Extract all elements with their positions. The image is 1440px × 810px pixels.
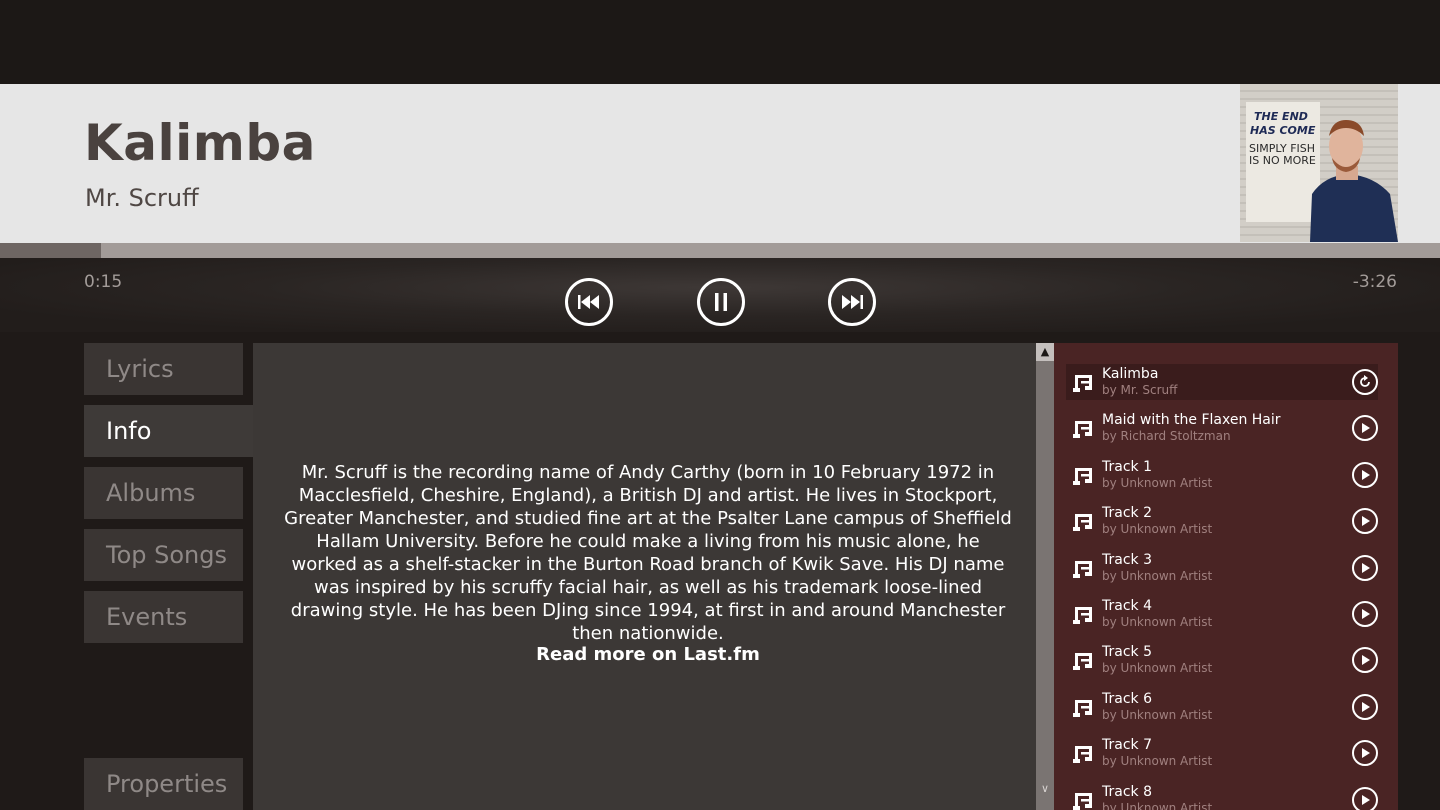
remaining-time: -3:26 bbox=[1352, 272, 1397, 292]
playlist-track[interactable]: Track 6 by Unknown Artist bbox=[1066, 689, 1378, 725]
playlist-track[interactable]: Track 1 by Unknown Artist bbox=[1066, 457, 1378, 493]
properties-button[interactable]: Properties bbox=[84, 758, 243, 810]
play-icon bbox=[1362, 655, 1370, 666]
info-scrollbar[interactable]: ▲ ∨ bbox=[1036, 343, 1054, 810]
track-name: Track 2 bbox=[1102, 505, 1152, 522]
tab-albums[interactable]: Albums bbox=[84, 467, 243, 519]
playlist-track[interactable]: Track 3 by Unknown Artist bbox=[1066, 550, 1378, 586]
music-note-icon bbox=[1073, 653, 1092, 671]
track-name: Track 7 bbox=[1102, 737, 1152, 754]
play-icon bbox=[1362, 562, 1370, 573]
music-note-icon bbox=[1073, 560, 1092, 578]
playlist: Kalimba by Mr. Scruff Maid with the Flaxen… bbox=[1054, 343, 1398, 810]
track-artist: by Unknown Artist bbox=[1102, 522, 1213, 537]
play-track-button[interactable] bbox=[1352, 647, 1378, 674]
tab-events[interactable]: Events bbox=[84, 591, 243, 643]
track-artist: by Unknown Artist bbox=[1102, 568, 1213, 583]
play-track-button[interactable] bbox=[1352, 786, 1378, 810]
song-artist: Mr. Scruff bbox=[85, 184, 199, 212]
play-track-button[interactable] bbox=[1352, 740, 1378, 767]
play-icon bbox=[1362, 701, 1370, 712]
tab-lyrics[interactable]: Lyrics bbox=[84, 343, 243, 395]
play-track-button[interactable] bbox=[1352, 601, 1378, 627]
playlist-track[interactable]: Track 8 by Unknown Artist bbox=[1066, 782, 1378, 810]
play-icon bbox=[1362, 469, 1370, 480]
read-more-link[interactable]: Read more on Last.fm bbox=[253, 644, 1043, 665]
info-panel: Mr. Scruff is the recording name of Andy… bbox=[253, 343, 1036, 810]
track-artist: by Mr. Scruff bbox=[1102, 383, 1178, 397]
artist-bio: Mr. Scruff is the recording name of Andy… bbox=[284, 462, 1012, 644]
play-icon bbox=[1362, 516, 1370, 527]
next-button[interactable] bbox=[828, 278, 876, 326]
tab-info[interactable]: Info bbox=[84, 405, 254, 457]
track-artist: by Unknown Artist bbox=[1102, 615, 1213, 629]
track-name: Track 5 bbox=[1102, 644, 1152, 661]
previous-button[interactable] bbox=[565, 278, 613, 326]
track-artist: by Unknown Artist bbox=[1102, 754, 1213, 769]
play-track-button[interactable] bbox=[1352, 461, 1378, 488]
sign-text-2: HAS COME bbox=[1250, 124, 1316, 137]
scroll-down-icon[interactable]: ∨ bbox=[1036, 780, 1054, 798]
music-note-icon bbox=[1073, 421, 1092, 439]
pause-icon bbox=[715, 293, 727, 311]
music-note-icon bbox=[1073, 607, 1092, 624]
playlist-track[interactable]: Kalimba by Mr. Scruff bbox=[1066, 364, 1378, 400]
scroll-up-icon[interactable]: ▲ bbox=[1036, 343, 1054, 361]
playlist-track[interactable]: Track 7 by Unknown Artist bbox=[1066, 735, 1378, 771]
playlist-track[interactable]: Track 4 by Unknown Artist bbox=[1066, 596, 1378, 632]
top-bar bbox=[0, 0, 1440, 84]
track-name: Track 1 bbox=[1102, 458, 1152, 475]
elapsed-time: 0:15 bbox=[84, 272, 123, 292]
skip-next-icon bbox=[842, 295, 863, 309]
music-note-icon bbox=[1073, 375, 1092, 392]
track-name: Track 3 bbox=[1102, 551, 1152, 568]
track-artist: by Unknown Artist bbox=[1102, 661, 1213, 676]
track-name: Kalimba bbox=[1102, 366, 1159, 382]
play-track-button[interactable] bbox=[1352, 554, 1378, 581]
album-art-image: THE END HAS COME SIMPLY FISH IS NO MORE bbox=[1240, 84, 1398, 242]
track-name: Track 6 bbox=[1102, 690, 1152, 707]
now-playing-header: Kalimba Mr. Scruff bbox=[0, 84, 1440, 243]
music-note-icon bbox=[1073, 792, 1092, 810]
play-track-button[interactable] bbox=[1352, 415, 1378, 442]
tab-top-songs[interactable]: Top Songs bbox=[84, 529, 243, 581]
progress-bar[interactable] bbox=[0, 243, 1440, 258]
album-art: THE END HAS COME SIMPLY FISH IS NO MORE bbox=[1240, 84, 1398, 242]
track-name: Maid with the Flaxen Hair bbox=[1102, 412, 1281, 429]
sign-text-1: THE END bbox=[1254, 110, 1308, 123]
sign-text-4: IS NO MORE bbox=[1249, 154, 1316, 167]
play-icon bbox=[1362, 609, 1370, 619]
playlist-track[interactable]: Track 2 by Unknown Artist bbox=[1066, 503, 1378, 539]
playback-controls: 0:15 -3:26 bbox=[0, 258, 1440, 332]
playlist-track[interactable]: Track 5 by Unknown Artist bbox=[1066, 642, 1378, 678]
repeat-icon bbox=[1360, 375, 1370, 387]
pause-button[interactable] bbox=[697, 278, 745, 326]
play-track-button[interactable] bbox=[1352, 508, 1378, 535]
track-artist: by Unknown Artist bbox=[1102, 475, 1213, 490]
skip-previous-icon bbox=[578, 295, 599, 309]
music-note-icon bbox=[1073, 699, 1092, 717]
music-note-icon bbox=[1073, 746, 1092, 764]
play-icon bbox=[1362, 423, 1370, 434]
repeat-button[interactable] bbox=[1352, 369, 1378, 395]
track-artist: by Unknown Artist bbox=[1102, 707, 1213, 722]
track-artist: by Richard Stoltzman bbox=[1102, 429, 1231, 444]
track-name: Track 8 bbox=[1102, 783, 1152, 800]
play-track-button[interactable] bbox=[1352, 693, 1378, 720]
music-note-icon bbox=[1073, 514, 1092, 532]
music-note-icon bbox=[1073, 467, 1092, 485]
play-icon bbox=[1362, 794, 1370, 805]
song-title: Kalimba bbox=[84, 114, 316, 172]
play-icon bbox=[1362, 748, 1370, 759]
track-name: Track 4 bbox=[1102, 598, 1152, 614]
progress-fill bbox=[0, 243, 101, 258]
track-artist: by Unknown Artist bbox=[1102, 800, 1213, 810]
playlist-track[interactable]: Maid with the Flaxen Hair by Richard Stol… bbox=[1066, 410, 1378, 446]
